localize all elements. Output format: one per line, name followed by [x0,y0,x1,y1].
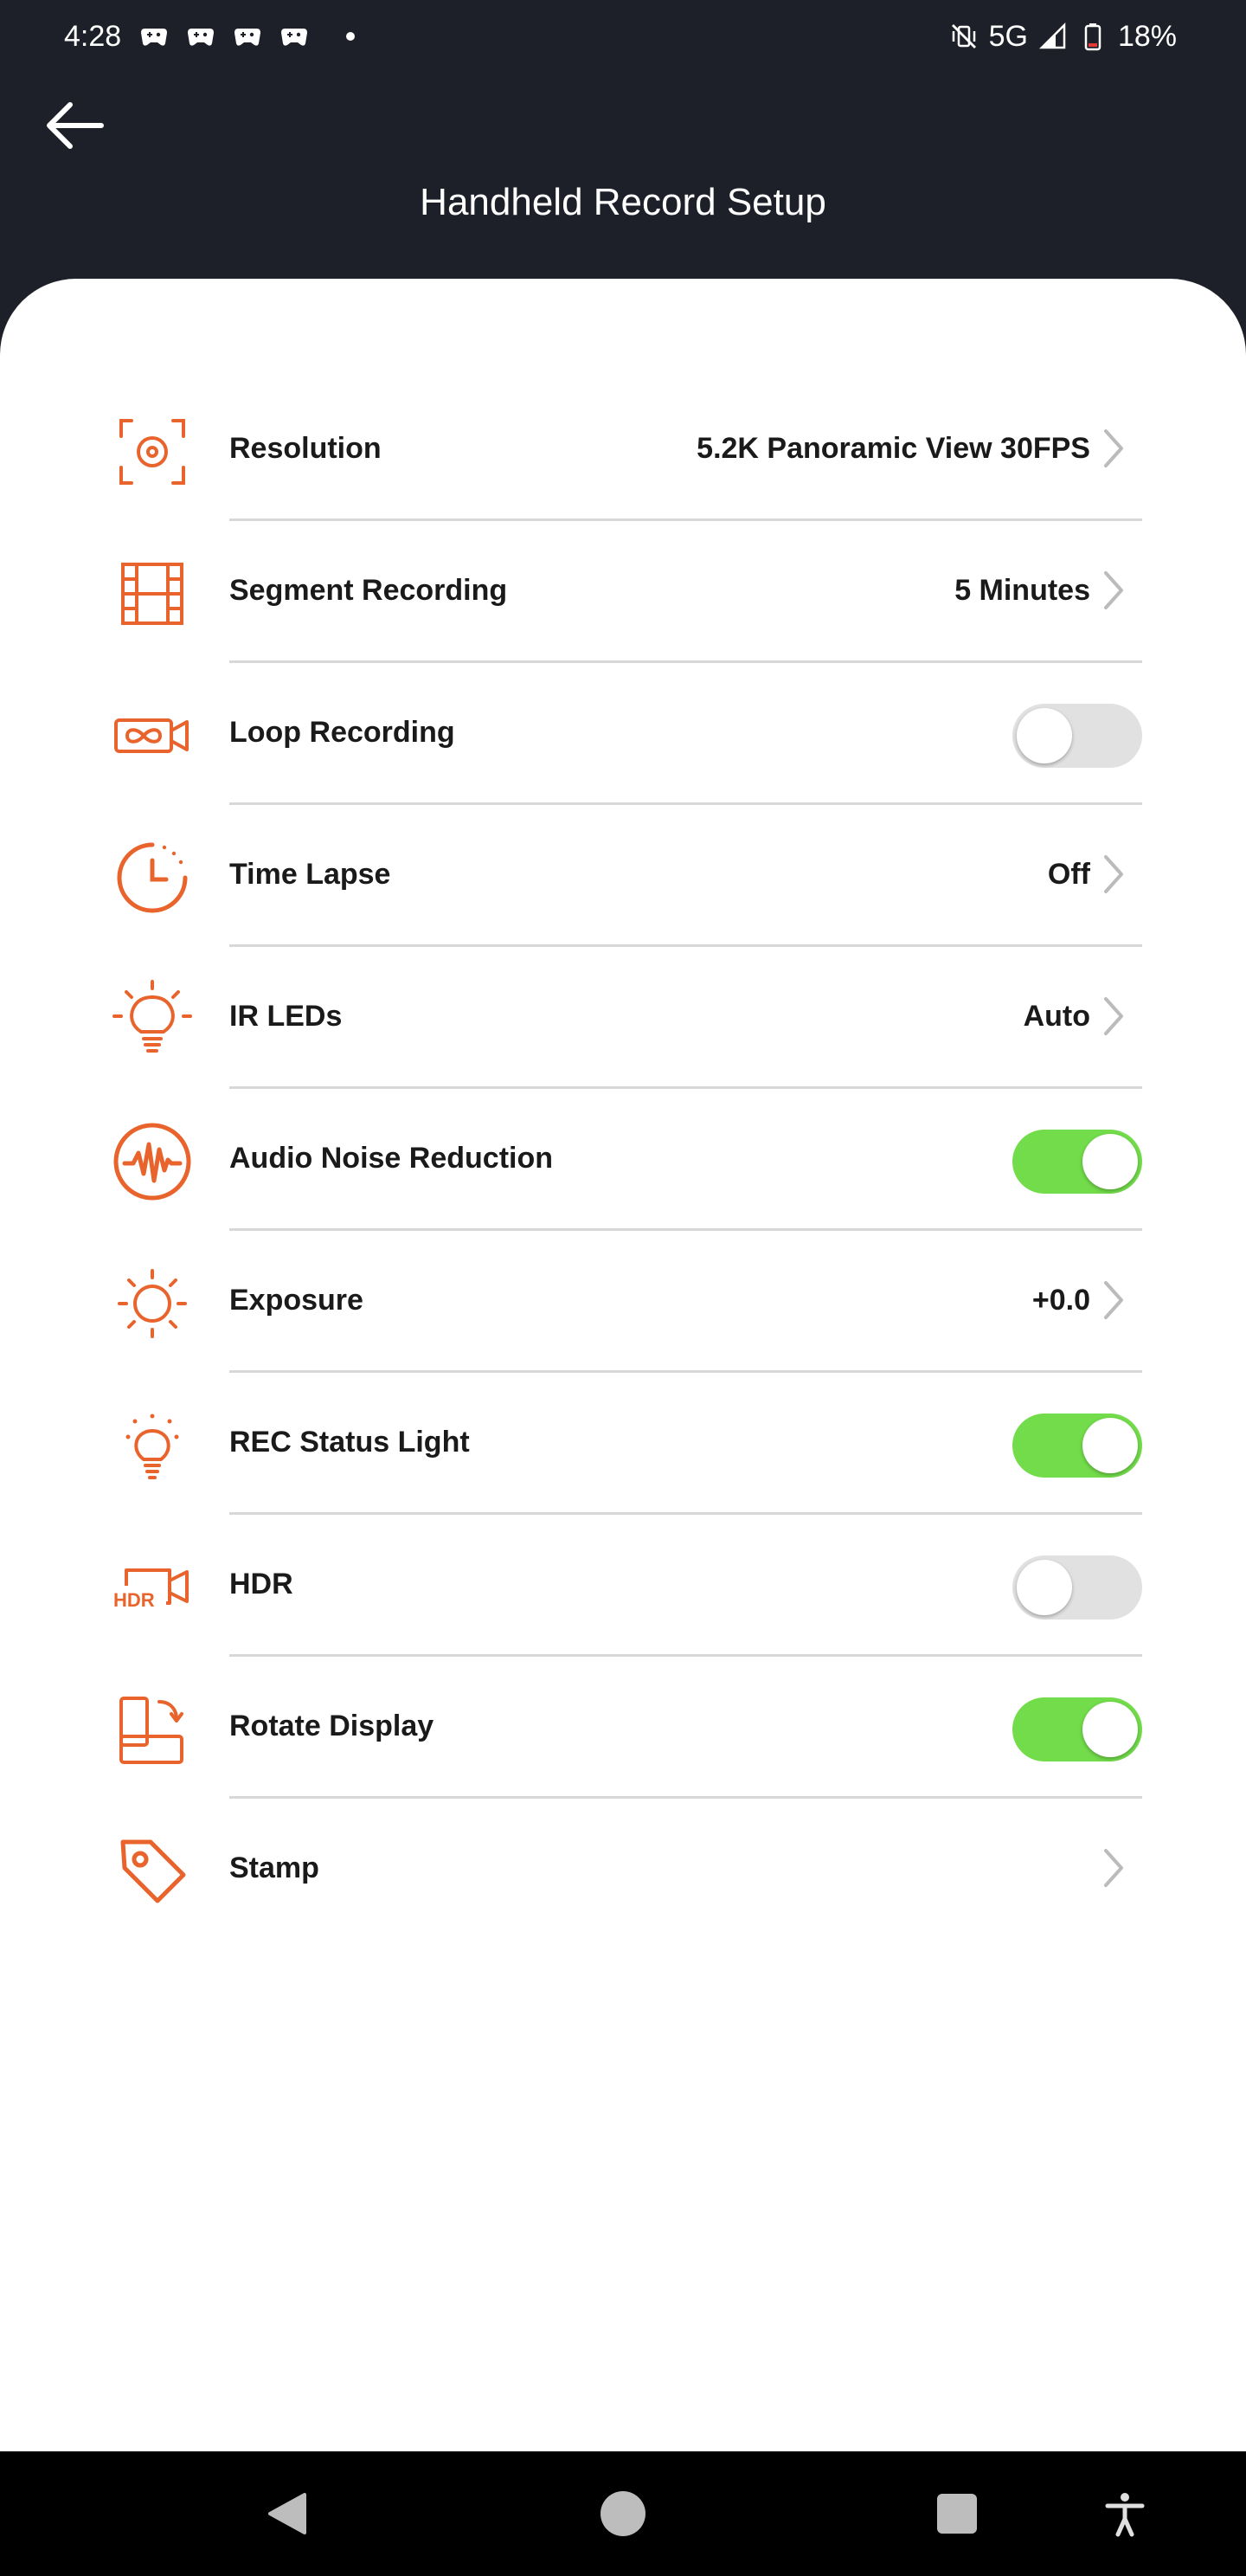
resolution-setting-row[interactable]: Resolution 5.2K Panoramic View 30FPS [0,379,1246,521]
segment-recording-value: 5 Minutes [954,574,1090,607]
audio-wave-icon [111,1120,194,1203]
status-bar: 4:28 5G 18% [0,0,1246,73]
ir-leds-setting-row[interactable]: IR LEDs Auto [0,947,1246,1089]
status-time: 4:28 [64,20,122,53]
hdr-camera-icon: HDR [111,1546,194,1629]
accessibility-icon [1105,2493,1145,2537]
back-button[interactable] [35,87,112,164]
stamp-label: Stamp [229,1852,319,1884]
hdr-label: HDR [229,1568,293,1600]
audio-noise-reduction-setting-row[interactable]: Audio Noise Reduction [0,1089,1246,1231]
nav-recents-icon [937,2494,977,2534]
rec-status-light-label: REC Status Light [229,1426,470,1459]
exposure-label: Exposure [229,1284,363,1317]
nav-home-button[interactable] [588,2479,658,2548]
svg-text:HDR: HDR [113,1589,155,1611]
focus-target-icon [111,410,194,493]
nav-home-icon [601,2491,645,2536]
segment-recording-setting-row[interactable]: Segment Recording 5 Minutes [0,521,1246,663]
chevron-right-icon [1104,1281,1123,1319]
nav-back-button[interactable] [253,2479,322,2548]
page-title: Handheld Record Setup [420,181,826,223]
rec-status-light-toggle[interactable] [1012,1414,1142,1478]
chevron-right-icon [1104,855,1123,893]
stamp-setting-row[interactable]: Stamp [0,1799,1246,1941]
chevron-right-icon [1104,997,1123,1035]
time-lapse-setting-row[interactable]: Time Lapse Off [0,805,1246,947]
resolution-value: 5.2K Panoramic View 30FPS [697,432,1090,465]
sun-icon [111,1262,194,1345]
loop-camera-icon [111,694,194,777]
chevron-right-icon [1104,429,1123,467]
clock-icon [111,836,194,919]
nav-recents-button[interactable] [922,2479,992,2548]
exposure-setting-row[interactable]: Exposure +0.0 [0,1231,1246,1373]
vibrate-off-icon [951,24,976,48]
back-arrow-icon [47,102,104,149]
navigation-bar [0,2451,1246,2576]
status-light-icon [111,1404,194,1487]
rotate-display-toggle[interactable] [1012,1697,1142,1761]
rotate-display-setting-row[interactable]: Rotate Display [0,1657,1246,1799]
nav-back-icon [268,2493,306,2534]
hdr-toggle[interactable] [1012,1555,1142,1620]
rotate-display-label: Rotate Display [229,1710,434,1742]
toggle-knob [1017,1560,1072,1615]
loop-recording-setting-row[interactable]: Loop Recording [0,663,1246,805]
loop-recording-toggle[interactable] [1012,704,1142,768]
battery-icon [1084,23,1101,51]
status-system-icons: 5G 18% [949,16,1177,57]
time-lapse-label: Time Lapse [229,858,391,891]
audio-noise-reduction-toggle[interactable] [1012,1130,1142,1194]
exposure-value: +0.0 [1031,1284,1090,1317]
battery-percent: 18% [1117,20,1177,53]
segment-recording-label: Segment Recording [229,574,508,607]
toggle-knob [1082,1418,1138,1473]
game-controller-icon [141,29,167,46]
toggle-knob [1082,1702,1138,1757]
game-controller-icon [188,29,214,46]
toggle-knob [1017,708,1072,763]
game-controller-icon [281,29,307,46]
settings-list: Resolution 5.2K Panoramic View 30FPS Seg… [0,379,1246,1941]
hdr-setting-row[interactable]: HDR HDR [0,1515,1246,1657]
resolution-label: Resolution [229,432,382,465]
network-type: 5G [988,20,1028,53]
audio-noise-reduction-label: Audio Noise Reduction [229,1142,553,1175]
light-bulb-icon [111,978,194,1061]
film-strip-icon [111,552,194,635]
loop-recording-label: Loop Recording [229,716,455,749]
toggle-knob [1082,1134,1138,1189]
tag-icon [111,1830,194,1913]
time-lapse-value: Off [1047,858,1090,891]
accessibility-button[interactable] [1090,2479,1159,2548]
rotate-display-icon [111,1688,194,1771]
settings-card: Resolution 5.2K Panoramic View 30FPS Seg… [0,279,1246,2451]
notification-dot-icon [346,32,355,41]
chevron-right-icon [1104,1849,1123,1887]
ir-leds-label: IR LEDs [229,1000,343,1033]
signal-icon [1038,22,1066,49]
status-notification-icons [138,21,355,52]
rec-status-light-setting-row[interactable]: REC Status Light [0,1373,1246,1515]
chevron-right-icon [1104,571,1123,609]
game-controller-icon [234,29,260,46]
ir-leds-value: Auto [1023,1000,1090,1033]
